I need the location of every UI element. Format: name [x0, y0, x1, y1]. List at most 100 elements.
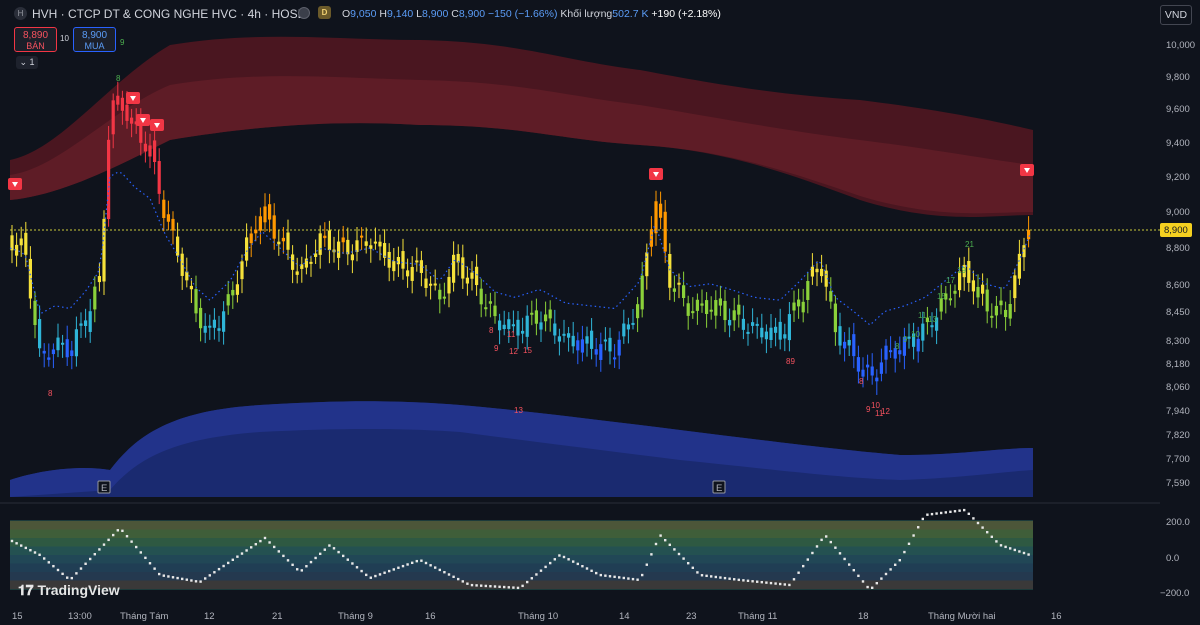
osc-dot — [673, 548, 676, 551]
osc-dot — [319, 552, 322, 556]
osc-dot — [148, 562, 152, 565]
osc-dot — [277, 550, 280, 553]
osc-dot — [273, 545, 276, 549]
candle-body — [350, 254, 354, 261]
osc-dot — [56, 568, 60, 572]
oscillator-axis[interactable]: 200.0 0.0 −200.0 — [1160, 517, 1190, 599]
osc-dot — [650, 553, 653, 556]
osc-dot — [1004, 545, 1007, 549]
time-tick: Tháng 9 — [338, 611, 373, 622]
candle-body — [47, 357, 51, 360]
osc-band — [10, 521, 1033, 530]
osc-dot — [457, 577, 460, 581]
candle-body — [507, 319, 511, 330]
time-axis[interactable]: 15 13:00 Tháng Tám 12 21 Tháng 9 16 Thán… — [12, 611, 1062, 622]
price-tick: 7,590 — [1166, 478, 1190, 489]
sell-signal-icon[interactable] — [1020, 164, 1034, 176]
osc-dot — [79, 567, 83, 570]
candle-body — [884, 345, 888, 360]
candle-body — [171, 218, 175, 231]
price-axis[interactable]: 10,000 9,800 9,600 9,400 9,200 9,000 8,8… — [1166, 40, 1195, 489]
candle-body — [1004, 309, 1008, 318]
counter-label-red: 8 — [859, 377, 864, 386]
osc-dot — [769, 581, 773, 585]
osc-dot — [217, 567, 221, 571]
candle-body — [971, 280, 975, 292]
osc-dot — [443, 571, 446, 574]
counter-label-red: 12 — [509, 347, 518, 356]
candle-body — [130, 117, 134, 124]
osc-dot — [944, 511, 947, 514]
chart-canvas[interactable]: 898 1112 15138989 101112982119171511 131098 … — [0, 0, 1200, 625]
osc-dot — [659, 534, 662, 537]
candle-body — [787, 314, 791, 341]
earnings-marker-2-label: E — [716, 483, 722, 494]
sell-signal-icon[interactable] — [136, 114, 150, 126]
osc-dot — [93, 553, 96, 556]
oscillator-bands — [10, 521, 1033, 589]
osc-dot — [783, 583, 786, 586]
price-tick: 9,000 — [1166, 207, 1190, 218]
candle-body — [516, 319, 520, 336]
candle-body — [682, 285, 686, 299]
osc-dot — [691, 566, 694, 569]
candle-body — [741, 318, 745, 330]
sell-signal-icon[interactable] — [150, 119, 164, 131]
osc-dot — [636, 578, 639, 581]
candle-body — [447, 276, 451, 294]
osc-dot — [259, 539, 262, 543]
osc-dot — [907, 542, 911, 545]
price-tick: 9,200 — [1166, 172, 1190, 183]
candle-body — [493, 305, 497, 317]
osc-dot — [162, 574, 165, 577]
counter-label-green: 10 — [911, 330, 920, 339]
osc-dot — [852, 569, 855, 572]
candle-body — [921, 323, 925, 341]
osc-dot — [52, 564, 55, 568]
osc-dot — [779, 582, 782, 586]
osc-dot — [742, 579, 745, 582]
osc-dot — [825, 535, 828, 538]
candle-body — [254, 229, 258, 234]
osc-dot — [898, 559, 901, 562]
osc-tick: 200.0 — [1166, 517, 1190, 528]
osc-dot — [880, 577, 883, 580]
sell-signal-icon[interactable] — [649, 168, 663, 180]
candle-body — [268, 204, 272, 220]
sell-signal-icon[interactable] — [126, 92, 140, 104]
tradingview-logo[interactable]: 𝟏𝟕 TradingView — [18, 582, 120, 599]
candle-body — [387, 251, 391, 268]
osc-dot — [480, 584, 483, 587]
osc-dot — [291, 563, 294, 567]
osc-dot — [848, 563, 851, 566]
candle-body — [323, 235, 327, 239]
candle-body — [396, 256, 400, 265]
price-tick: 10,000 — [1166, 40, 1195, 51]
time-tick: 23 — [686, 611, 697, 622]
candle-body — [295, 271, 299, 275]
osc-dot — [622, 576, 625, 580]
osc-dot — [967, 512, 970, 515]
candle-body — [705, 300, 709, 314]
osc-dot — [493, 585, 497, 588]
candle-body — [557, 336, 561, 342]
candle-body — [93, 286, 97, 310]
osc-band — [10, 538, 1033, 547]
osc-dot — [112, 533, 115, 537]
candle-body — [916, 338, 920, 352]
candle-body — [143, 143, 147, 152]
osc-dot — [627, 577, 630, 580]
osc-dot — [834, 546, 837, 549]
osc-dot — [549, 561, 552, 565]
candle-body — [231, 289, 235, 296]
osc-dot — [677, 552, 681, 556]
sell-signal-icon[interactable] — [8, 178, 22, 190]
osc-dot — [595, 571, 598, 575]
osc-dot — [227, 561, 230, 565]
candle-body — [764, 331, 768, 340]
osc-dot — [47, 561, 50, 564]
osc-band — [10, 555, 1033, 564]
time-tick: 12 — [204, 611, 215, 622]
candle-body — [608, 337, 612, 352]
osc-dot — [346, 558, 349, 561]
